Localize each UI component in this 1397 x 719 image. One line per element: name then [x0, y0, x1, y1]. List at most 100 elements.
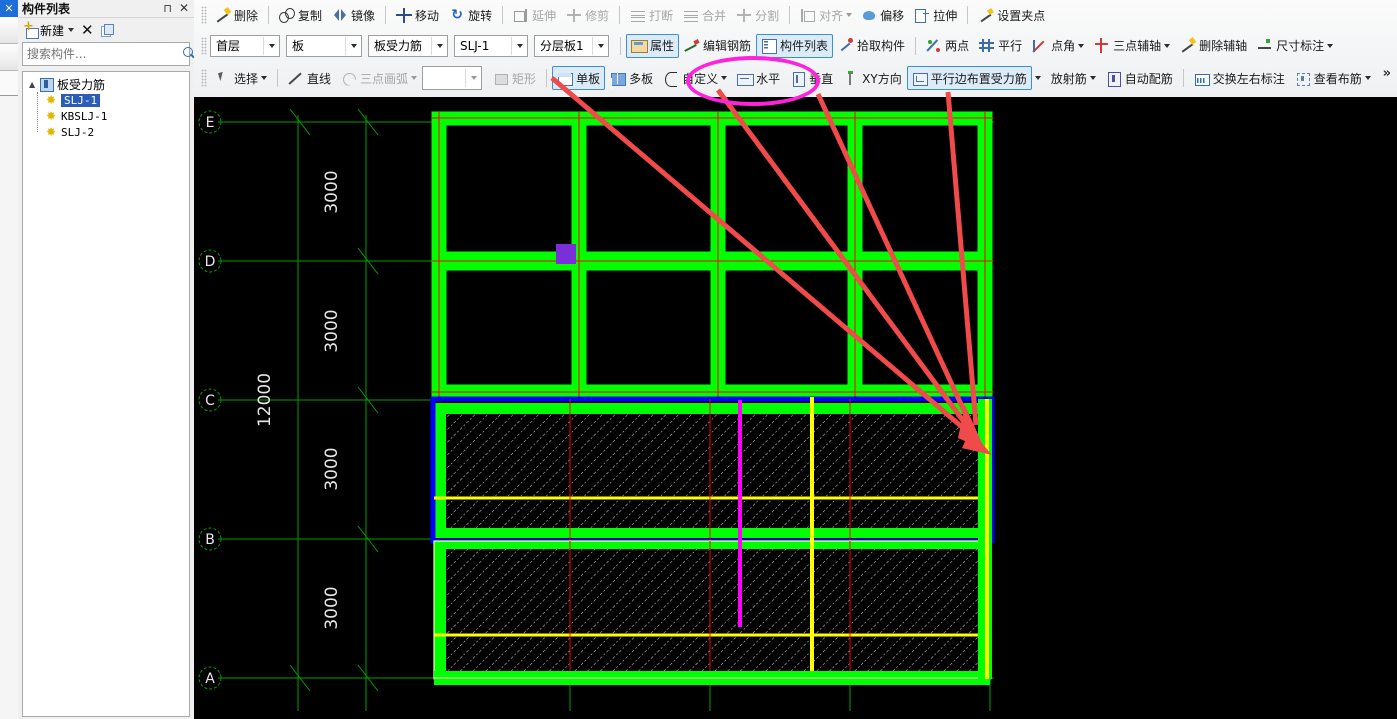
search-input[interactable] [23, 44, 179, 64]
floor-select[interactable]: 首层 [210, 34, 280, 57]
two-point-button[interactable]: 两点 [921, 34, 974, 58]
parallel-button[interactable]: 平行 [974, 34, 1027, 58]
edit-rebar-button[interactable]: 编辑钢筋 [679, 34, 756, 58]
category-select[interactable]: 板 [286, 34, 362, 57]
swap-label-button[interactable]: 交换左右标注 [1189, 66, 1290, 90]
selected-slab-upper[interactable] [430, 396, 995, 544]
gear-icon: ✸ [45, 109, 57, 123]
stretch-button[interactable]: 拉伸 [909, 3, 962, 27]
arc-button[interactable]: 三点画弧 [336, 66, 422, 90]
tree-root-label: 板受力筋 [57, 77, 106, 92]
delete-axis-button[interactable]: 删除辅轴 [1175, 34, 1252, 58]
three-point-axis-button[interactable]: 三点辅轴 [1089, 34, 1175, 58]
properties-button[interactable]: 属性 [626, 33, 680, 58]
component-select[interactable]: SLJ-1 [454, 34, 528, 57]
category-select-value: 板 [292, 39, 305, 53]
move-button[interactable]: 移动 [391, 3, 444, 27]
radial-rebar-button[interactable]: 放射筋 [1046, 66, 1101, 90]
column-element[interactable] [556, 244, 576, 264]
search-icon[interactable] [179, 44, 193, 64]
delete-button[interactable]: 删除 [210, 3, 263, 27]
move-icon [396, 7, 413, 23]
gear-icon: ✸ [45, 125, 57, 139]
parallel-edge-rebar-button[interactable]: 平行边布置受力筋 [906, 66, 1032, 90]
merge-button[interactable]: 合并 [678, 3, 731, 27]
chevron-down-icon[interactable] [592, 36, 608, 55]
right-edge-vertical-rebar[interactable] [978, 399, 992, 679]
multi-slab-button[interactable]: 多板 [605, 66, 658, 90]
copy-button[interactable]: 复制 [274, 3, 327, 27]
chevron-down-icon[interactable] [1327, 43, 1334, 48]
window-close-button[interactable]: ✕ [0, 0, 18, 17]
chevron-down-icon[interactable] [721, 76, 728, 80]
set-grip-button[interactable]: 设置夹点 [973, 3, 1050, 27]
auto-rebar-label: 自动配筋 [1124, 71, 1173, 86]
upper-slab-region[interactable] [431, 111, 994, 400]
mirror-button[interactable]: 镜像 [327, 3, 380, 27]
delete-component-button[interactable]: ✕ [81, 21, 94, 39]
custom-label: 自定义 [682, 71, 719, 86]
pin-icon[interactable]: ⊓ [163, 2, 172, 15]
panel-close-icon[interactable]: ✕ [179, 1, 189, 15]
offset-button[interactable]: 偏移 [857, 3, 909, 27]
toolbar-grip[interactable] [201, 69, 207, 87]
xy-direction-button[interactable]: XY方向 [838, 66, 907, 90]
rectangle-button[interactable]: 矩形 [488, 66, 541, 90]
trim-button[interactable]: 修剪 [561, 3, 614, 27]
vertical-button[interactable]: 垂直 [785, 66, 838, 90]
structural-plan-drawing[interactable]: E D C B A 3000 3000 3000 3000 12000 [194, 97, 1397, 719]
rotate-button[interactable]: ↻ 旋转 [444, 3, 497, 27]
chevron-down-icon[interactable] [345, 36, 361, 55]
chevron-down-icon[interactable] [263, 36, 279, 55]
component-type-select[interactable]: 板受力筋 [368, 34, 448, 57]
side-tab-3[interactable] [0, 71, 18, 96]
auto-rebar-button[interactable]: 自动配筋 [1101, 66, 1178, 90]
toolbar-grip[interactable] [201, 36, 207, 55]
custom-button[interactable]: 自定义 [658, 66, 732, 90]
shape-combo[interactable] [422, 66, 483, 90]
chevron-down-icon[interactable] [1164, 43, 1171, 48]
split-button[interactable]: 分割 [731, 3, 784, 27]
properties-label: 属性 [650, 39, 675, 53]
chevron-down-icon[interactable] [1034, 76, 1041, 80]
tree-item-slj-1[interactable]: ✸ SLJ-1 [23, 92, 189, 108]
search-component-box[interactable] [22, 42, 193, 66]
expander-icon[interactable]: ▲ [29, 80, 39, 89]
chevron-down-icon[interactable] [846, 13, 853, 17]
single-slab-icon [557, 71, 574, 86]
chevron-down-icon[interactable] [411, 76, 418, 80]
layer-select[interactable]: 分层板1 [534, 34, 609, 57]
point-angle-button[interactable]: 点角 [1027, 34, 1089, 58]
line-button[interactable]: 直线 [283, 66, 336, 90]
horizontal-button[interactable]: 水平 [732, 66, 785, 90]
chevron-down-icon[interactable] [1089, 76, 1096, 80]
delete-x-icon: ✕ [81, 21, 94, 39]
chevron-down-icon[interactable] [511, 36, 527, 55]
tree-item-slj-2[interactable]: ✸ SLJ-2 [23, 124, 189, 140]
pick-component-button[interactable]: 拾取构件 [833, 34, 910, 58]
chevron-down-icon[interactable] [261, 76, 268, 80]
drawing-canvas[interactable]: E D C B A 3000 3000 3000 3000 12000 [194, 97, 1397, 719]
single-slab-button[interactable]: 单板 [552, 66, 606, 90]
side-tab-2[interactable] [0, 44, 18, 71]
select-button[interactable]: 选择 [210, 66, 272, 90]
toolbar-overflow-button[interactable]: » [1383, 66, 1391, 81]
tree-item-kbslj-1[interactable]: ✸ KBSLJ-1 [23, 108, 189, 124]
align-button[interactable]: 对齐 [795, 3, 857, 27]
chevron-down-icon[interactable] [1078, 43, 1085, 48]
toolbar-grip[interactable] [201, 6, 207, 24]
chevron-down-icon[interactable] [1364, 76, 1371, 80]
extend-button[interactable]: 延伸 [508, 3, 561, 27]
tree-root-item[interactable]: ▲ 板受力筋 [23, 76, 189, 92]
chevron-down-icon[interactable] [431, 36, 447, 55]
view-rebar-button[interactable]: 查看布筋 [1290, 66, 1376, 90]
component-list-button[interactable]: 构件列表 [756, 33, 834, 58]
chevron-down-icon[interactable] [465, 69, 481, 87]
break-button[interactable]: 打断 [625, 3, 678, 27]
new-component-button[interactable]: 新建 [23, 20, 75, 39]
copy-component-button[interactable] [100, 23, 114, 37]
side-tab-1[interactable] [0, 17, 18, 44]
dimension-button[interactable]: 尺寸标注 [1252, 34, 1338, 58]
line-icon [288, 71, 304, 86]
chevron-down-icon[interactable] [68, 28, 75, 32]
